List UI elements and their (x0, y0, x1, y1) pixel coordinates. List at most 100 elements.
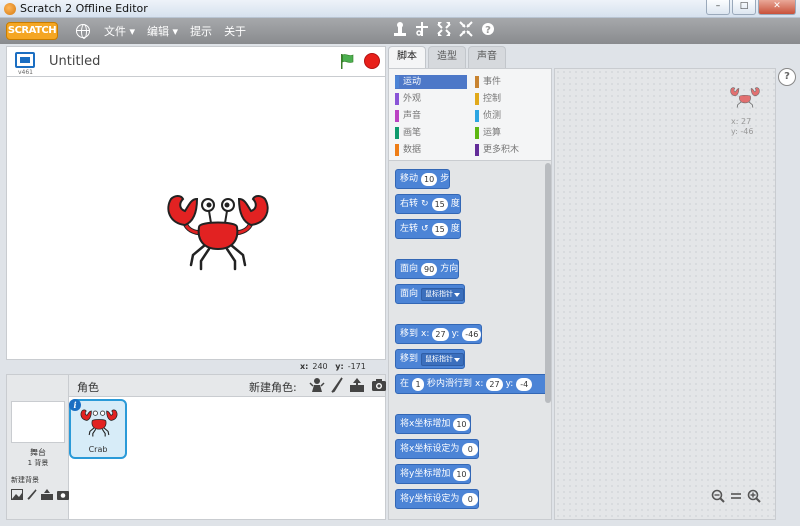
duplicate-icon[interactable] (392, 21, 408, 39)
block-goto-dropdown[interactable]: 鼠标指针 (421, 352, 465, 366)
category-pen[interactable]: 画笔 (395, 126, 467, 140)
grow-icon[interactable] (436, 21, 452, 39)
block-point-in-direction[interactable]: 面向 90 方向 (395, 259, 460, 279)
cut-icon[interactable] (414, 21, 430, 39)
block-point-towards[interactable]: 面向 鼠标指针 (395, 284, 466, 304)
new-backdrop-tools (11, 489, 69, 500)
menu-edit[interactable]: 编辑 ▾ (147, 23, 178, 39)
menu-file[interactable]: 文件 ▾ (104, 23, 135, 39)
stop-button[interactable] (364, 53, 380, 69)
block-goto-y-input[interactable]: -46 (462, 327, 482, 341)
menu-about[interactable]: 关于 (224, 23, 246, 39)
green-flag-icon[interactable] (339, 53, 355, 69)
tab-scripts[interactable]: 脚本 (388, 46, 426, 68)
block-change-x-input[interactable]: 10 (453, 417, 470, 431)
menu-tips[interactable]: 提示 (190, 23, 212, 39)
block-turn-right[interactable]: 右转 ↻ 15 度 (395, 194, 461, 214)
sprite-pane: 舞台 1 背景 新建背景 角色 新建角色: i Crab (6, 374, 386, 520)
camera-backdrop-icon[interactable] (57, 489, 69, 500)
block-glide-y-input[interactable]: -4 (516, 377, 533, 391)
category-motion[interactable]: 运动 (395, 75, 467, 89)
upload-backdrop-icon[interactable] (41, 489, 53, 500)
sprites-header: 角色 新建角色: (69, 375, 387, 397)
block-goto-x-input[interactable]: 27 (432, 327, 449, 341)
window-controls: – □ ✕ (706, 0, 796, 15)
block-set-x-input[interactable]: 0 (462, 442, 479, 456)
category-more-blocks[interactable]: 更多积木 (475, 143, 547, 157)
block-set-y-input[interactable]: 0 (462, 492, 479, 506)
block-turn-right-input[interactable]: 15 (431, 197, 448, 211)
category-sound[interactable]: 声音 (395, 109, 467, 123)
block-turn-right-label: 右转 (400, 199, 419, 209)
backdrop-count: 1 背景 (27, 459, 49, 467)
stage-thumbnail[interactable] (11, 401, 65, 443)
block-glide-mid: 秒内滑行到 (427, 379, 473, 389)
sprite-library-icon[interactable] (309, 377, 325, 393)
camera-sprite-icon[interactable] (371, 377, 387, 393)
block-point-dir-suffix: 方向 (440, 264, 459, 274)
close-button[interactable]: ✕ (758, 0, 796, 15)
backdrop-library-icon[interactable] (11, 489, 23, 500)
block-set-x[interactable]: 将x坐标设定为 0 (395, 439, 480, 459)
block-palette: 运动 事件 外观 控制 声音 侦测 画笔 运算 数据 更多积木 移动 10 步 … (388, 68, 552, 520)
script-area[interactable]: x: 27 y: -46 (554, 68, 776, 520)
block-point-dir-input[interactable]: 90 (421, 262, 438, 276)
stage-canvas[interactable] (6, 76, 386, 360)
scratch-logo[interactable]: SCRATCH (6, 22, 58, 40)
help-question-icon[interactable]: ? (778, 68, 796, 86)
category-operators[interactable]: 运算 (475, 126, 547, 140)
project-name[interactable]: Untitled (49, 54, 100, 69)
category-control[interactable]: 控制 (475, 92, 547, 106)
palette-scrollbar[interactable] (545, 163, 551, 517)
help-icon[interactable]: ? (480, 21, 496, 39)
block-turn-left[interactable]: 左转 ↺ 15 度 (395, 219, 461, 239)
block-change-x[interactable]: 将x坐标增加 10 (395, 414, 471, 434)
zoom-in-icon[interactable] (747, 489, 761, 503)
category-data[interactable]: 数据 (395, 143, 467, 157)
category-sensing[interactable]: 侦测 (475, 109, 547, 123)
block-glide[interactable]: 在 1 秒内滑行到 x: 27 y: -4 (395, 374, 551, 394)
stage-mouse-coordinates: x: 240 y: -171 (300, 362, 366, 371)
svg-text:?: ? (485, 25, 491, 36)
block-set-y[interactable]: 将y坐标设定为 0 (395, 489, 480, 509)
sprite-y-row: y: -46 (731, 127, 753, 137)
tab-sounds[interactable]: 声音 (468, 46, 506, 68)
block-point-towards-dropdown[interactable]: 鼠标指针 (421, 287, 465, 301)
zoom-reset-icon[interactable] (729, 489, 743, 503)
block-move-steps[interactable]: 移动 10 步 (395, 169, 451, 189)
crab-sprite-on-stage[interactable] (163, 193, 273, 271)
sprite-name: Crab (88, 445, 108, 454)
zoom-out-icon[interactable] (711, 489, 725, 503)
tab-costumes[interactable]: 造型 (428, 46, 466, 68)
block-move-steps-input[interactable]: 10 (421, 172, 438, 186)
sprite-y-value: -46 (740, 127, 754, 136)
shrink-icon[interactable] (458, 21, 474, 39)
language-globe-icon[interactable] (76, 24, 90, 39)
block-goto-xy[interactable]: 移到 x: 27 y: -46 (395, 324, 483, 344)
upload-sprite-icon[interactable] (349, 377, 365, 393)
stage-header: v461 Untitled (6, 46, 386, 76)
palette-scrollbar-thumb[interactable] (545, 163, 551, 403)
block-glide-x-input[interactable]: 27 (486, 377, 503, 391)
menu-bar: SCRATCH 文件 ▾ 编辑 ▾ 提示 关于 ? (0, 18, 800, 44)
paint-backdrop-icon[interactable] (27, 489, 37, 500)
maximize-button[interactable]: □ (732, 0, 756, 15)
block-glide-y-label: y: (505, 379, 514, 389)
block-change-y-label: 将y坐标增加 (400, 469, 451, 479)
block-change-y-input[interactable]: 10 (453, 467, 470, 481)
block-point-dir-label: 面向 (400, 264, 419, 274)
current-sprite-icon (730, 87, 760, 108)
block-change-y[interactable]: 将y坐标增加 10 (395, 464, 471, 484)
block-turn-left-input[interactable]: 15 (431, 222, 448, 236)
turn-left-icon: ↺ (421, 224, 429, 234)
minimize-button[interactable]: – (706, 0, 730, 15)
category-selector: 运动 事件 外观 控制 声音 侦测 画笔 运算 数据 更多积木 (389, 69, 551, 161)
sprite-tile-crab[interactable]: i Crab (69, 399, 127, 459)
paint-sprite-icon[interactable] (331, 377, 343, 393)
category-looks[interactable]: 外观 (395, 92, 467, 106)
block-turn-left-label: 左转 (400, 224, 419, 234)
presentation-mode-button[interactable] (15, 52, 35, 68)
block-glide-secs-input[interactable]: 1 (412, 377, 425, 391)
category-events[interactable]: 事件 (475, 75, 547, 89)
block-goto[interactable]: 移到 鼠标指针 (395, 349, 466, 369)
